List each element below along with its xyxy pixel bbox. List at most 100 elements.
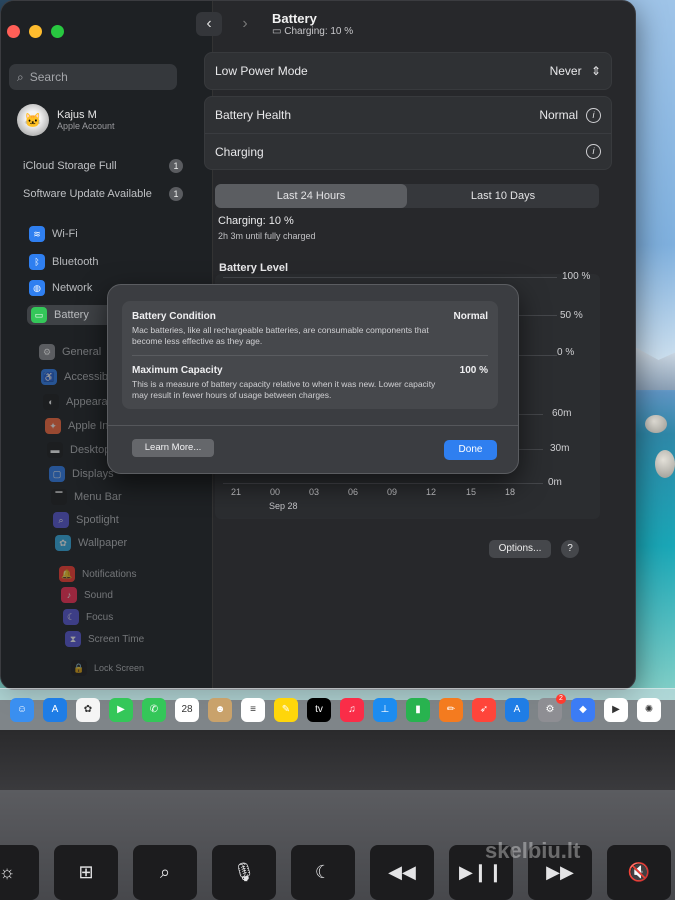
maximum-capacity-section: Maximum Capacity 100 % This is a measure… (132, 365, 488, 401)
y-tick-level: 50 % (560, 310, 583, 321)
battery-condition-section: Battery Condition Normal Mac batteries, … (132, 311, 488, 347)
mute-key[interactable]: 🔇 (607, 845, 671, 900)
bell-icon: 🔔 (59, 566, 75, 582)
low-power-select[interactable]: Never ⇕ (550, 64, 601, 78)
tab-last-24-hours[interactable]: Last 24 Hours (215, 184, 407, 208)
sidebar-item-bluetooth[interactable]: ᛒ Bluetooth (29, 252, 98, 272)
battery-condition-title: Battery Condition (132, 311, 216, 322)
notice-count-badge: 1 (169, 159, 183, 173)
spotlight-key[interactable]: ⌕ (133, 845, 197, 900)
notice-software-update[interactable]: Software Update Available 1 (23, 187, 183, 201)
sound-icon: ♪ (61, 587, 77, 603)
tv-app-icon[interactable]: tv (307, 697, 331, 722)
sidebar-item-spotlight[interactable]: ⌕ Spotlight (53, 510, 119, 530)
battery-health-value: Normal (539, 108, 578, 122)
globe-icon: ◍ (29, 280, 45, 296)
account-name: Kajus M (57, 109, 97, 121)
numbers-app-icon[interactable]: ▮ (406, 697, 430, 722)
roblox-app-icon[interactable]: ◆ (571, 697, 595, 722)
battery-health-dialog: Battery Condition Normal Mac batteries, … (107, 284, 519, 474)
battery-health-row: Battery Health Normal i (205, 97, 611, 133)
youtube-app-icon[interactable]: ▶ (604, 697, 628, 722)
account-subtitle: Apple Account (57, 121, 115, 131)
finder-app-icon[interactable]: ☺ (10, 697, 34, 722)
charging-status-detail: 2h 3m until fully charged (218, 231, 316, 241)
sidebar-item-notifications[interactable]: 🔔 Notifications (59, 564, 136, 584)
forward-button[interactable]: › (232, 12, 258, 36)
back-button[interactable]: ‹ (196, 12, 222, 36)
apple-account[interactable]: 🐱 Kajus M Apple Account (17, 104, 115, 136)
x-tick: 18 (504, 487, 515, 497)
battery-condition-description: Mac batteries, like all rechargeable bat… (132, 325, 429, 346)
reminders-app-icon[interactable]: ≡ (241, 697, 265, 722)
facetime-app-icon[interactable]: ▶ (109, 697, 133, 722)
charging-label: Charging (215, 144, 264, 159)
intelligence-icon: ✦ (45, 418, 61, 434)
appstore-app-icon[interactable]: A (505, 697, 529, 722)
sidebar-item-lock-screen[interactable]: 🔒 Lock Screen (71, 658, 144, 678)
learn-more-button[interactable]: Learn More... (132, 439, 214, 457)
pages-app-icon[interactable]: ✏ (439, 697, 463, 722)
mission-control-key[interactable]: ⊞ (54, 845, 118, 900)
y-tick-level: 100 % (562, 271, 591, 282)
battery-condition-value: Normal (453, 311, 488, 322)
moon-icon: ☾ (63, 609, 79, 625)
sidebar-item-displays[interactable]: ▢ Displays (49, 464, 114, 484)
sidebar-item-network[interactable]: ◍ Network (29, 278, 92, 298)
y-tick-usage: 30m (550, 443, 570, 454)
chatgpt-app-icon[interactable]: ✺ (637, 697, 661, 722)
hourglass-icon: ⧗ (65, 631, 81, 647)
rocket-app-icon[interactable]: ➶ (472, 697, 496, 722)
sidebar-item-menu-bar[interactable]: ▔ Menu Bar (51, 487, 122, 507)
appearance-icon: ◐ (43, 394, 59, 410)
music-app-icon[interactable]: ♫ (340, 697, 364, 722)
tab-last-10-days[interactable]: Last 10 Days (407, 184, 599, 208)
options-button[interactable]: Options... (489, 540, 551, 558)
notification-badge: 2 (556, 693, 566, 704)
rewind-key[interactable]: ◀◀ (370, 845, 434, 900)
x-tick: 12 (425, 487, 436, 497)
bluetooth-icon: ᛒ (29, 254, 45, 270)
window-controls (7, 25, 64, 38)
maximum-capacity-description: This is a measure of battery capacity re… (132, 379, 436, 400)
help-button[interactable]: ? (561, 540, 579, 558)
divider (132, 355, 488, 356)
notice-icloud-storage[interactable]: iCloud Storage Full 1 (23, 159, 183, 173)
dictation-key[interactable]: 🎙 (212, 845, 276, 900)
search-input[interactable]: ⌕ Search (9, 64, 177, 90)
battery-health-details: Battery Condition Normal Mac batteries, … (122, 301, 498, 409)
sidebar-item-sound[interactable]: ♪ Sound (61, 585, 113, 605)
sidebar-item-wifi[interactable]: ≋ Wi-Fi (29, 224, 78, 244)
zoom-window-button[interactable] (51, 25, 64, 38)
toolbar: ‹ › Battery ▭ Charging: 10 % (196, 11, 353, 37)
minimize-window-button[interactable] (29, 25, 42, 38)
phone-app-icon[interactable]: ✆ (142, 697, 166, 722)
sidebar-item-wallpaper[interactable]: ✿ Wallpaper (55, 533, 127, 553)
x-tick: 00 (269, 487, 280, 497)
brightness-key[interactable]: ☼ (0, 845, 39, 900)
lock-icon: 🔒 (71, 660, 87, 676)
contacts-app-icon[interactable]: ☻ (208, 697, 232, 722)
photos-app-icon[interactable]: ✿ (76, 697, 100, 722)
keynote-app-icon[interactable]: ⊥ (373, 697, 397, 722)
low-power-label: Low Power Mode (215, 64, 308, 78)
chevron-left-icon: ‹ (206, 15, 212, 32)
calendar-app-icon[interactable]: 28 (175, 697, 199, 722)
focus-key[interactable]: ☾ (291, 845, 355, 900)
settings-app-icon[interactable]: ⚙ 2 (538, 693, 566, 722)
done-button[interactable]: Done (444, 440, 497, 460)
health-card: Battery Health Normal i Charging i (204, 96, 612, 170)
sidebar-item-general[interactable]: ⚙ General (39, 342, 101, 362)
page-title: Battery (272, 11, 317, 26)
battery-health-info-icon[interactable]: i (586, 107, 601, 123)
close-window-button[interactable] (7, 25, 20, 38)
laptop-bezel (0, 730, 675, 790)
wifi-icon: ≋ (29, 226, 45, 242)
appstore-dock-app-icon[interactable]: A (43, 697, 67, 722)
notes-app-icon[interactable]: ✎ (274, 697, 298, 722)
x-date-label: Sep 28 (269, 501, 298, 511)
x-tick: 03 (308, 487, 319, 497)
charging-info-icon[interactable]: i (586, 144, 601, 159)
sidebar-item-focus[interactable]: ☾ Focus (63, 607, 113, 627)
sidebar-item-screen-time[interactable]: ⧗ Screen Time (65, 629, 144, 649)
